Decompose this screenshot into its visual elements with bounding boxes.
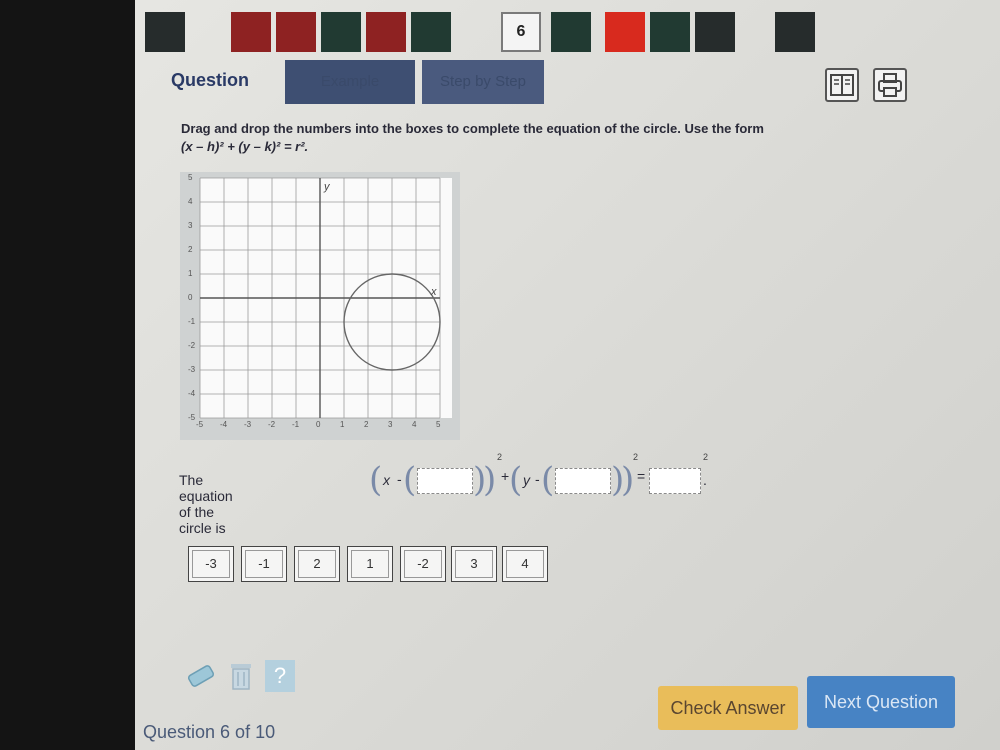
y-tick-label: 4: [188, 197, 193, 206]
x-tick-label: 5: [436, 420, 441, 429]
minus-sign-y: -: [535, 471, 540, 487]
question-counter: Question 6 of 10: [143, 722, 276, 742]
inner-open-paren-k: (: [541, 460, 555, 500]
tile-3[interactable]: 3: [451, 546, 497, 582]
y-tick-label: 2: [188, 245, 193, 254]
y-tick-label: 3: [188, 221, 193, 230]
y-tick-label: -4: [188, 389, 196, 398]
exponent-y: 2: [633, 452, 639, 462]
x-tick-label: 4: [412, 420, 417, 429]
plus-sign: +: [501, 468, 510, 484]
x-tick-label: -4: [220, 420, 228, 429]
x-axis-label: x: [430, 286, 437, 298]
book-icon[interactable]: [825, 68, 859, 102]
question-nav-3[interactable]: [276, 12, 316, 52]
drop-box-k[interactable]: [555, 468, 611, 494]
question-nav-11[interactable]: [695, 12, 735, 52]
trash-icon[interactable]: [227, 660, 255, 692]
y-tick-label: 1: [188, 269, 193, 278]
open-paren-x: (: [369, 460, 383, 500]
close-paren-y: ): [621, 460, 635, 500]
x-variable: x: [383, 472, 390, 488]
next-question-button[interactable]: Next Question: [807, 676, 955, 728]
question-prompt: Drag and drop the numbers into the boxes…: [181, 120, 821, 156]
tile-neg3[interactable]: -3: [188, 546, 234, 582]
tile-label: 4: [506, 550, 544, 578]
tile-2[interactable]: 2: [294, 546, 340, 582]
period: .: [703, 472, 707, 488]
question-nav-5[interactable]: [366, 12, 406, 52]
question-nav-1[interactable]: [145, 12, 185, 52]
exponent-x: 2: [497, 452, 503, 462]
graph-canvas: y x: [180, 172, 460, 440]
tile-neg2[interactable]: -2: [400, 546, 446, 582]
tile-label: 3: [455, 550, 493, 578]
x-tick-label: 1: [340, 420, 345, 429]
drop-box-r[interactable]: [649, 468, 701, 494]
tab-step-by-step[interactable]: Step by Step: [422, 60, 544, 104]
equals-sign: =: [637, 468, 646, 484]
question-nav-10[interactable]: [650, 12, 690, 52]
question-nav-4[interactable]: [321, 12, 361, 52]
y-tick-label: -2: [188, 341, 196, 350]
x-tick-label: 3: [388, 420, 393, 429]
x-tick-label: 0: [316, 420, 321, 429]
prompt-form: (x – h)² + (y – k)² = r².: [181, 139, 309, 154]
tile-label: -2: [404, 550, 442, 578]
question-nav-9[interactable]: [605, 12, 645, 52]
drop-box-h[interactable]: [417, 468, 473, 494]
tile-1[interactable]: 1: [347, 546, 393, 582]
question-nav-8[interactable]: [551, 12, 591, 52]
tab-example[interactable]: Example: [285, 60, 415, 104]
app-screen: 6 Question Example Step by Step Drag and…: [135, 0, 1000, 750]
tile-neg1[interactable]: -1: [241, 546, 287, 582]
tile-4[interactable]: 4: [502, 546, 548, 582]
x-tick-label: 2: [364, 420, 369, 429]
tile-label: 2: [298, 550, 336, 578]
coordinate-graph: y x -5 -4 -3 -2 -1 0 1 2 3 4 5 5 4 3 2 1 0 -1 -2 -3 -4 -5: [180, 172, 460, 440]
y-tick-label: 5: [188, 173, 193, 182]
question-nav-2[interactable]: [231, 12, 271, 52]
tile-label: -3: [192, 550, 230, 578]
equation-lead: The equation of the circle is: [179, 472, 233, 536]
question-nav-12[interactable]: [775, 12, 815, 52]
y-variable: y: [523, 472, 530, 488]
y-tick-label: -3: [188, 365, 196, 374]
printer-icon[interactable]: [873, 68, 907, 102]
question-nav-6[interactable]: [411, 12, 451, 52]
x-tick-label: -3: [244, 420, 252, 429]
y-tick-label: -1: [188, 317, 196, 326]
x-tick-label: -5: [196, 420, 204, 429]
minus-sign-x: -: [397, 471, 402, 487]
exponent-r: 2: [703, 452, 709, 462]
tab-question[interactable]: Question: [171, 70, 249, 91]
x-tick-label: -2: [268, 420, 276, 429]
prompt-line-1: Drag and drop the numbers into the boxes…: [181, 121, 764, 136]
y-tick-label: -5: [188, 413, 196, 422]
check-answer-button[interactable]: Check Answer: [658, 686, 798, 730]
x-tick-label: -1: [292, 420, 300, 429]
open-paren-y: (: [509, 460, 523, 500]
help-button[interactable]: ?: [265, 660, 295, 692]
inner-open-paren-h: (: [403, 460, 417, 500]
close-paren-x: ): [483, 460, 497, 500]
question-nav-current[interactable]: 6: [501, 12, 541, 52]
tile-label: -1: [245, 550, 283, 578]
eraser-icon[interactable]: [183, 660, 217, 692]
tile-label: 1: [351, 550, 389, 578]
y-tick-label: 0: [188, 293, 193, 302]
